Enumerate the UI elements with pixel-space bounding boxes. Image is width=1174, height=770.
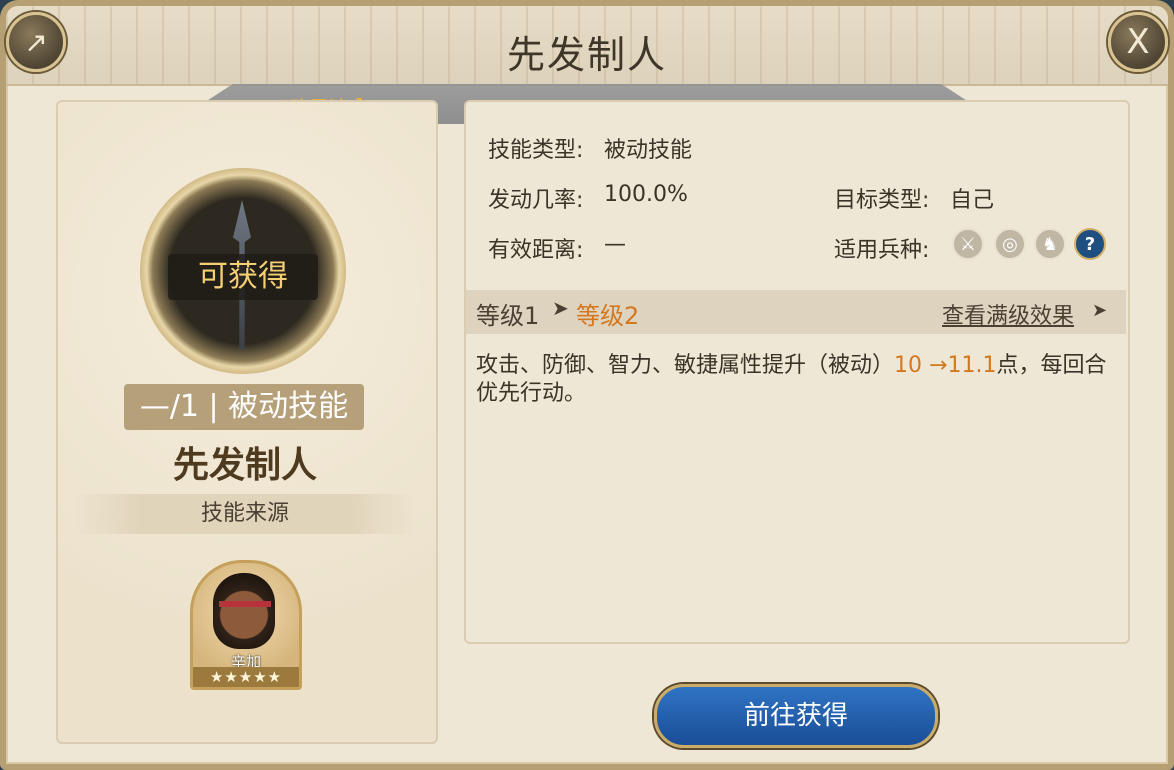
skill-source-label: 技能来源 (74, 494, 416, 534)
description-to-value: 11.1 (947, 353, 997, 378)
hero-stars: ★★★★★ (193, 667, 299, 687)
target-icon[interactable]: ◎ (994, 228, 1026, 260)
next-level: 等级2 (576, 302, 640, 330)
description-prefix: 攻击、防御、智力、敏捷属性提升（被动） (476, 353, 895, 378)
level-arrow-icon: ➤ (552, 296, 569, 320)
question-icon[interactable]: ? (1074, 228, 1106, 260)
target-type-label: 目标类型: (834, 188, 930, 213)
hero-portrait (213, 573, 275, 649)
skill-type-value: 被动技能 (604, 138, 693, 163)
view-max-level-link[interactable]: 查看满级效果 (942, 298, 1074, 330)
share-icon: ↗ (24, 25, 48, 59)
dialog-title: 先发制人 (506, 33, 667, 77)
current-level: 等级1 (476, 302, 540, 330)
hero-headband (219, 601, 271, 607)
skill-description: 攻击、防御、智力、敏捷属性提升（被动）10 →11.1点，每回合优先行动。 (476, 352, 1116, 408)
description-arrow: → (929, 353, 948, 378)
max-level-arrow-icon[interactable]: ➤ (1092, 300, 1107, 321)
go-obtain-button[interactable]: 前往获得 (654, 684, 938, 748)
skill-name: 先发制人 (172, 445, 317, 486)
skill-type-label: 技能类型: (488, 138, 584, 163)
target-type-value: 自己 (950, 188, 995, 213)
effective-range-value: — (604, 232, 626, 257)
sword-icon[interactable]: ⚔ (952, 228, 984, 260)
trigger-chance-label: 发动几率: (488, 188, 584, 213)
title-bar: 先发制人 (6, 6, 1168, 86)
obtainable-label: 可获得 (168, 254, 318, 300)
trigger-chance-value: 100.0% (604, 182, 688, 207)
share-button[interactable]: ↗ (6, 12, 66, 72)
hero-card[interactable]: 辛加 ★★★★★ (190, 560, 302, 690)
troop-types-label: 适用兵种: (834, 238, 930, 263)
close-icon: X (1126, 22, 1150, 62)
description-from-value: 10 (894, 353, 923, 378)
horse-icon[interactable]: ♞ (1034, 228, 1066, 260)
close-button[interactable]: X (1108, 12, 1168, 72)
skill-level-tag: —/1 | 被动技能 (124, 384, 364, 430)
effective-range-label: 有效距离: (488, 238, 584, 263)
